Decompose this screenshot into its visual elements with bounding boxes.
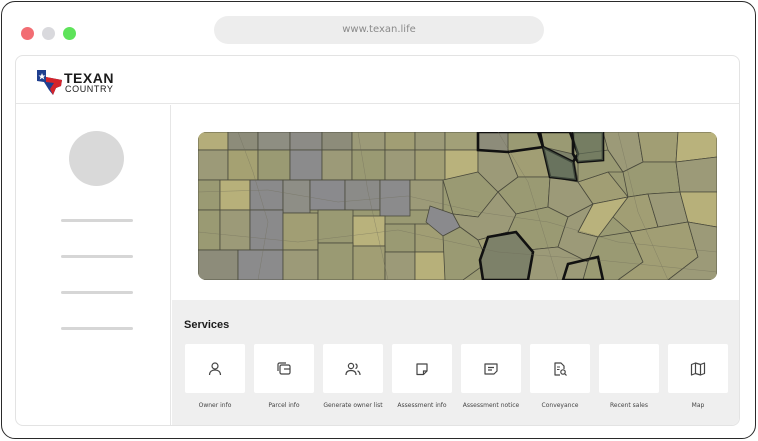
users-icon (345, 362, 361, 375)
map-button[interactable] (668, 344, 728, 393)
conveyance-button[interactable] (530, 344, 590, 393)
sidebar-item-1[interactable] (61, 219, 133, 222)
app-header: TEXAN COUNTRY (16, 56, 739, 104)
address-bar[interactable]: www.texan.life (214, 16, 544, 44)
avatar[interactable] (69, 131, 124, 186)
conveyance-label: Conveyance (541, 402, 579, 409)
minimize-window-button[interactable] (42, 27, 55, 40)
document-icon (416, 362, 428, 375)
services-title: Services (184, 319, 230, 331)
logo-text-primary: TEXAN (64, 70, 114, 86)
sidebar-item-3[interactable] (61, 291, 133, 294)
county-map-banner[interactable] (198, 132, 717, 280)
assessment-notice-label: Assessment notice (462, 402, 520, 409)
map-label: Map (691, 402, 705, 409)
close-window-button[interactable] (21, 27, 34, 40)
maximize-window-button[interactable] (63, 27, 76, 40)
document-search-icon (554, 361, 567, 376)
sidebar-item-2[interactable] (61, 255, 133, 258)
services-panel: Services Owner info Parcel info Generate… (172, 300, 739, 425)
user-icon (208, 361, 222, 375)
logo-text-secondary: COUNTRY (65, 84, 114, 94)
recent-sales-label: Recent sales (610, 402, 648, 409)
texas-flag-icon (37, 70, 62, 95)
sidebar-item-4[interactable] (61, 327, 133, 330)
texan-country-logo[interactable]: TEXAN COUNTRY (34, 68, 124, 96)
app-container: TEXAN COUNTRY Services Owner info Parcel… (15, 55, 740, 426)
owner-info-label: Owner info (198, 402, 232, 409)
assessment-info-button[interactable] (392, 344, 452, 393)
generate-owner-list-label: Generate owner list (323, 402, 383, 409)
assessment-info-label: Assessment info (397, 402, 447, 409)
assessment-notice-button[interactable] (461, 344, 521, 393)
stacked-pages-icon (277, 361, 291, 375)
owner-info-button[interactable] (185, 344, 245, 393)
generate-owner-list-button[interactable] (323, 344, 383, 393)
map-icon (690, 361, 706, 376)
recent-sales-button[interactable] (599, 344, 659, 393)
sidebar (16, 105, 171, 425)
notice-icon (484, 362, 498, 375)
parcel-info-label: Parcel info (268, 402, 300, 409)
county-map-image (198, 132, 717, 280)
parcel-info-button[interactable] (254, 344, 314, 393)
